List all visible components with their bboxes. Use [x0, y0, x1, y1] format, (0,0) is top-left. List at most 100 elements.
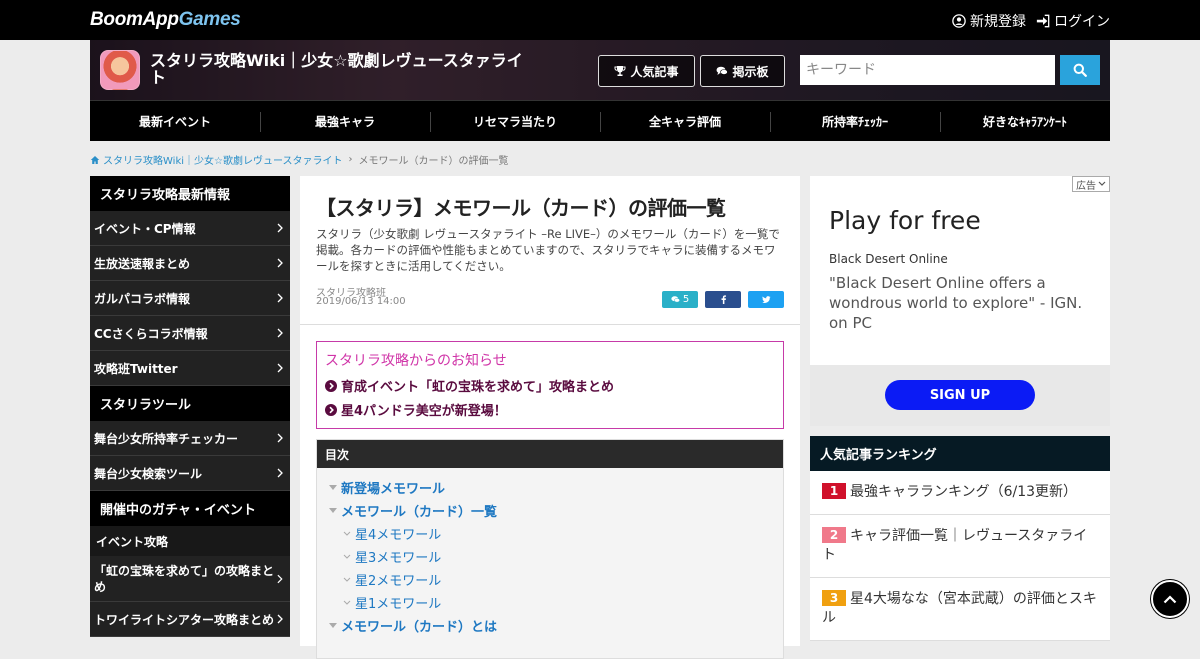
- message-board-label: 掲示板: [732, 64, 769, 79]
- comment-count-button[interactable]: 5: [662, 291, 698, 308]
- toc-item-new-memoirs[interactable]: 新登場メモワール: [317, 476, 783, 499]
- message-board-button[interactable]: 掲示板: [700, 55, 785, 87]
- ad-title: Play for free: [829, 206, 981, 235]
- breadcrumb-home-link[interactable]: スタリラ攻略Wiki｜少女☆歌劇レヴュースタァライト: [90, 152, 342, 167]
- table-of-contents: 目次 新登場メモワール メモワール（カード）一覧 星4メモワール 星3メモワール…: [316, 439, 784, 659]
- search-button[interactable]: [1060, 55, 1100, 85]
- popular-ranking: 人気記事ランキング 1 最強キャラランキング（6/13更新） 2 キャラ評価一覧｜レ…: [810, 436, 1110, 641]
- chevron-right-icon: [277, 293, 283, 303]
- logo-text-games: Games: [178, 9, 241, 30]
- logo-text-boomapp: BoomApp: [90, 9, 179, 30]
- article: 【スタリラ】メモワール（カード）の評価一覧 スタリラ（少女歌劇 レヴュースタァラ…: [300, 176, 800, 659]
- trophy-icon: [614, 66, 626, 76]
- sidebar-item-twitter[interactable]: 攻略班Twitter: [90, 351, 290, 386]
- sign-in-icon: [1036, 14, 1050, 28]
- toc-title: 目次: [317, 440, 783, 468]
- nav-item-strongest-characters[interactable]: 最強キャラ: [260, 101, 430, 141]
- caret-down-icon: [329, 484, 337, 490]
- sidebar-item-rainbow-orb-event[interactable]: 「虹の宝珠を求めて」の攻略まとめ: [90, 556, 290, 602]
- chevron-right-icon: [277, 574, 283, 583]
- sidebar-item-livestream[interactable]: 生放送速報まとめ: [90, 246, 290, 281]
- notice-link-rainbow-orb-event[interactable]: 育成イベント「虹の宝珠を求めて」攻略まとめ: [325, 376, 775, 395]
- ranking-item-label: 星4大場なな（宮本武蔵）の評価とスキル: [822, 591, 1097, 626]
- toc-item-star4[interactable]: 星4メモワール: [317, 522, 783, 545]
- ranking-item-1[interactable]: 1 最強キャラランキング（6/13更新）: [810, 471, 1110, 515]
- sidebar-item-garupa-collab[interactable]: ガルパコラボ情報: [90, 281, 290, 316]
- site-icon[interactable]: [100, 50, 140, 90]
- search-input[interactable]: [800, 55, 1055, 85]
- notice-title: スタリラ攻略からのお知らせ: [325, 353, 507, 369]
- ranking-item-label: 最強キャラランキング（6/13更新）: [850, 484, 1078, 500]
- article-divider: [300, 324, 800, 325]
- nav-item-ownership-checker[interactable]: 所持率ﾁｪｯｶｰ: [770, 101, 940, 141]
- chevron-down-icon: [343, 554, 351, 559]
- comments-icon: [716, 66, 729, 75]
- twitter-icon: [761, 296, 771, 303]
- nav-item-character-survey[interactable]: 好きなｷｬﾗｱﾝｹｰﾄ: [940, 101, 1110, 141]
- toc-item-star1[interactable]: 星1メモワール: [317, 591, 783, 614]
- sidebar-section-latest-info: スタリラ攻略最新情報: [90, 176, 290, 211]
- ranking-item-label: キャラ評価一覧｜レヴュースタァライト: [822, 528, 1088, 563]
- sidebar: スタリラ攻略最新情報 イベント・CP情報 生放送速報まとめ ガルパコラボ情報 C…: [90, 176, 290, 637]
- notice-box: スタリラ攻略からのお知らせ 育成イベント「虹の宝珠を求めて」攻略まとめ 星4パン…: [316, 341, 784, 429]
- ad-badge[interactable]: 広告: [1072, 176, 1110, 192]
- toc-item-label: 新登場メモワール: [341, 482, 446, 497]
- sidebar-item-label: 攻略班Twitter: [94, 361, 178, 376]
- brand-logo[interactable]: BoomAppGames: [90, 9, 241, 31]
- chevron-right-icon: [277, 614, 283, 624]
- toc-item-label: メモワール（カード）とは: [341, 620, 498, 635]
- facebook-icon: [721, 295, 726, 304]
- toc-item-star3[interactable]: 星3メモワール: [317, 545, 783, 568]
- chevron-right-icon: [277, 363, 283, 373]
- main-nav: 最新イベント 最強キャラ リセマラ当たり 全キャラ評価 所持率ﾁｪｯｶｰ 好きな…: [90, 100, 1110, 141]
- ad-signup-button[interactable]: SIGN UP: [885, 380, 1035, 410]
- nav-item-all-character-ratings[interactable]: 全キャラ評価: [600, 101, 770, 141]
- rank-badge: 1: [822, 483, 846, 499]
- notice-link-label: 星4パンドラ美空が新登場！: [341, 404, 507, 419]
- chevron-down-icon: [343, 531, 351, 536]
- site-title[interactable]: スタリラ攻略Wiki｜少女☆歌劇レヴュースタァライト: [150, 52, 530, 86]
- chevron-down-icon: [343, 600, 351, 605]
- chevron-down-icon: [343, 577, 351, 582]
- toc-item-memoir-list[interactable]: メモワール（カード）一覧: [317, 499, 783, 522]
- sidebar-item-twilight-theater[interactable]: トワイライトシアター攻略まとめ: [90, 602, 290, 637]
- ranking-item-3[interactable]: 3 星4大場なな（宮本武蔵）の評価とスキル: [810, 578, 1110, 641]
- sidebar-item-label: 生放送速報まとめ: [94, 256, 191, 271]
- caret-down-icon: [329, 622, 337, 628]
- toc-item-label: 星3メモワール: [355, 551, 442, 566]
- popular-articles-button[interactable]: 人気記事: [598, 55, 695, 87]
- facebook-share-button[interactable]: [705, 291, 741, 308]
- sidebar-item-search-tool[interactable]: 舞台少女検索ツール: [90, 456, 290, 491]
- ranking-item-2[interactable]: 2 キャラ評価一覧｜レヴュースタァライト: [810, 515, 1110, 578]
- notice-link-pandora-misora[interactable]: 星4パンドラ美空が新登場！: [325, 400, 775, 419]
- toc-item-label: メモワール（カード）一覧: [341, 505, 498, 520]
- chevron-right-icon: [277, 328, 283, 338]
- user-icon: [952, 14, 966, 28]
- sidebar-item-ccsakura-collab[interactable]: CCさくらコラボ情報: [90, 316, 290, 351]
- scroll-to-top-button[interactable]: [1151, 580, 1189, 618]
- toc-item-label: 星1メモワール: [355, 597, 442, 612]
- login-link[interactable]: ログイン: [1036, 11, 1110, 31]
- rank-badge: 3: [822, 590, 846, 606]
- register-link[interactable]: 新規登録: [952, 11, 1026, 31]
- register-label: 新規登録: [970, 14, 1026, 30]
- nav-item-latest-event[interactable]: 最新イベント: [90, 101, 260, 141]
- ad-badge-label: 広告: [1076, 180, 1096, 192]
- comments-icon: [671, 296, 680, 303]
- rank-badge: 2: [822, 527, 846, 543]
- sidebar-item-events[interactable]: イベント・CP情報: [90, 211, 290, 246]
- chevron-right-icon: [277, 258, 283, 268]
- ad-quote: "Black Desert Online offers a wondrous w…: [829, 274, 1083, 332]
- advertisement[interactable]: 広告 Play for free Black Desert Online "Bl…: [810, 176, 1110, 426]
- twitter-share-button[interactable]: [748, 291, 784, 308]
- breadcrumb-home-label: スタリラ攻略Wiki｜少女☆歌劇レヴュースタァライト: [103, 156, 343, 167]
- sidebar-item-label: 舞台少女所持率チェッカー: [94, 431, 239, 446]
- chevron-down-icon: [1098, 181, 1106, 186]
- toc-item-star2[interactable]: 星2メモワール: [317, 568, 783, 591]
- nav-item-reroll[interactable]: リセマラ当たり: [430, 101, 600, 141]
- sidebar-item-label: トワイライトシアター攻略まとめ: [94, 612, 275, 627]
- login-label: ログイン: [1054, 14, 1110, 30]
- toc-item-what-is-memoir[interactable]: メモワール（カード）とは: [317, 614, 783, 637]
- chevron-right-icon: [277, 223, 283, 233]
- sidebar-item-ownership-checker[interactable]: 舞台少女所持率チェッカー: [90, 421, 290, 456]
